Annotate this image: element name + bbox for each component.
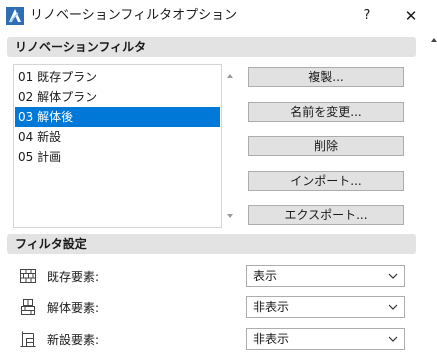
scroll-up-icon[interactable] [431, 38, 437, 42]
existing-wall-icon [20, 269, 36, 283]
new-construction-icon [20, 331, 36, 347]
new-elements-label: 新設要素: [47, 333, 100, 347]
rename-button[interactable]: 名前を変更... [248, 102, 404, 122]
demolish-icon [21, 299, 35, 315]
duplicate-button[interactable]: 複製... [248, 67, 404, 87]
existing-elements-value: 表示 [253, 269, 278, 283]
window-scrollbar[interactable] [431, 32, 437, 360]
archicad-app-icon [6, 7, 24, 25]
chevron-down-icon [388, 304, 398, 310]
filter-list-item-selected[interactable]: 03 解体後 [15, 107, 220, 127]
renovation-filter-section-header: リノベーションフィルタ [7, 37, 416, 57]
filter-settings-section-header: フィルタ設定 [7, 234, 416, 254]
existing-elements-label: 既存要素: [47, 270, 100, 284]
close-button[interactable]: ✕ [396, 5, 426, 27]
new-elements-select[interactable]: 非表示 [246, 328, 405, 350]
window-title: リノベーションフィルタオプション [30, 8, 238, 23]
export-button[interactable]: エクスポート... [248, 205, 404, 225]
filter-list[interactable]: 01 既存プラン 02 解体プラン 03 解体後 04 新設 05 計画 [13, 64, 222, 228]
import-button[interactable]: インポート... [248, 171, 404, 191]
demolished-elements-label: 解体要素: [47, 301, 100, 315]
delete-button[interactable]: 削除 [248, 136, 404, 156]
filter-list-item[interactable]: 04 新設 [15, 127, 220, 147]
chevron-down-icon [388, 336, 398, 342]
filter-list-item[interactable]: 01 既存プラン [15, 67, 220, 87]
help-button[interactable]: ? [352, 5, 382, 27]
filter-list-item[interactable]: 05 計画 [15, 147, 220, 167]
filter-list-item[interactable]: 02 解体プラン [15, 87, 220, 107]
demolished-elements-value: 非表示 [253, 300, 290, 314]
demolished-elements-select[interactable]: 非表示 [246, 296, 405, 318]
section-title: リノベーションフィルタ [15, 40, 147, 54]
title-bar: リノベーションフィルタオプション ? ✕ [0, 0, 437, 32]
list-scroll-down-icon[interactable] [227, 214, 233, 218]
new-elements-value: 非表示 [253, 332, 290, 346]
existing-elements-select[interactable]: 表示 [246, 265, 405, 287]
chevron-down-icon [388, 273, 398, 279]
list-scroll-up-icon[interactable] [227, 74, 233, 78]
section-title: フィルタ設定 [15, 237, 87, 251]
